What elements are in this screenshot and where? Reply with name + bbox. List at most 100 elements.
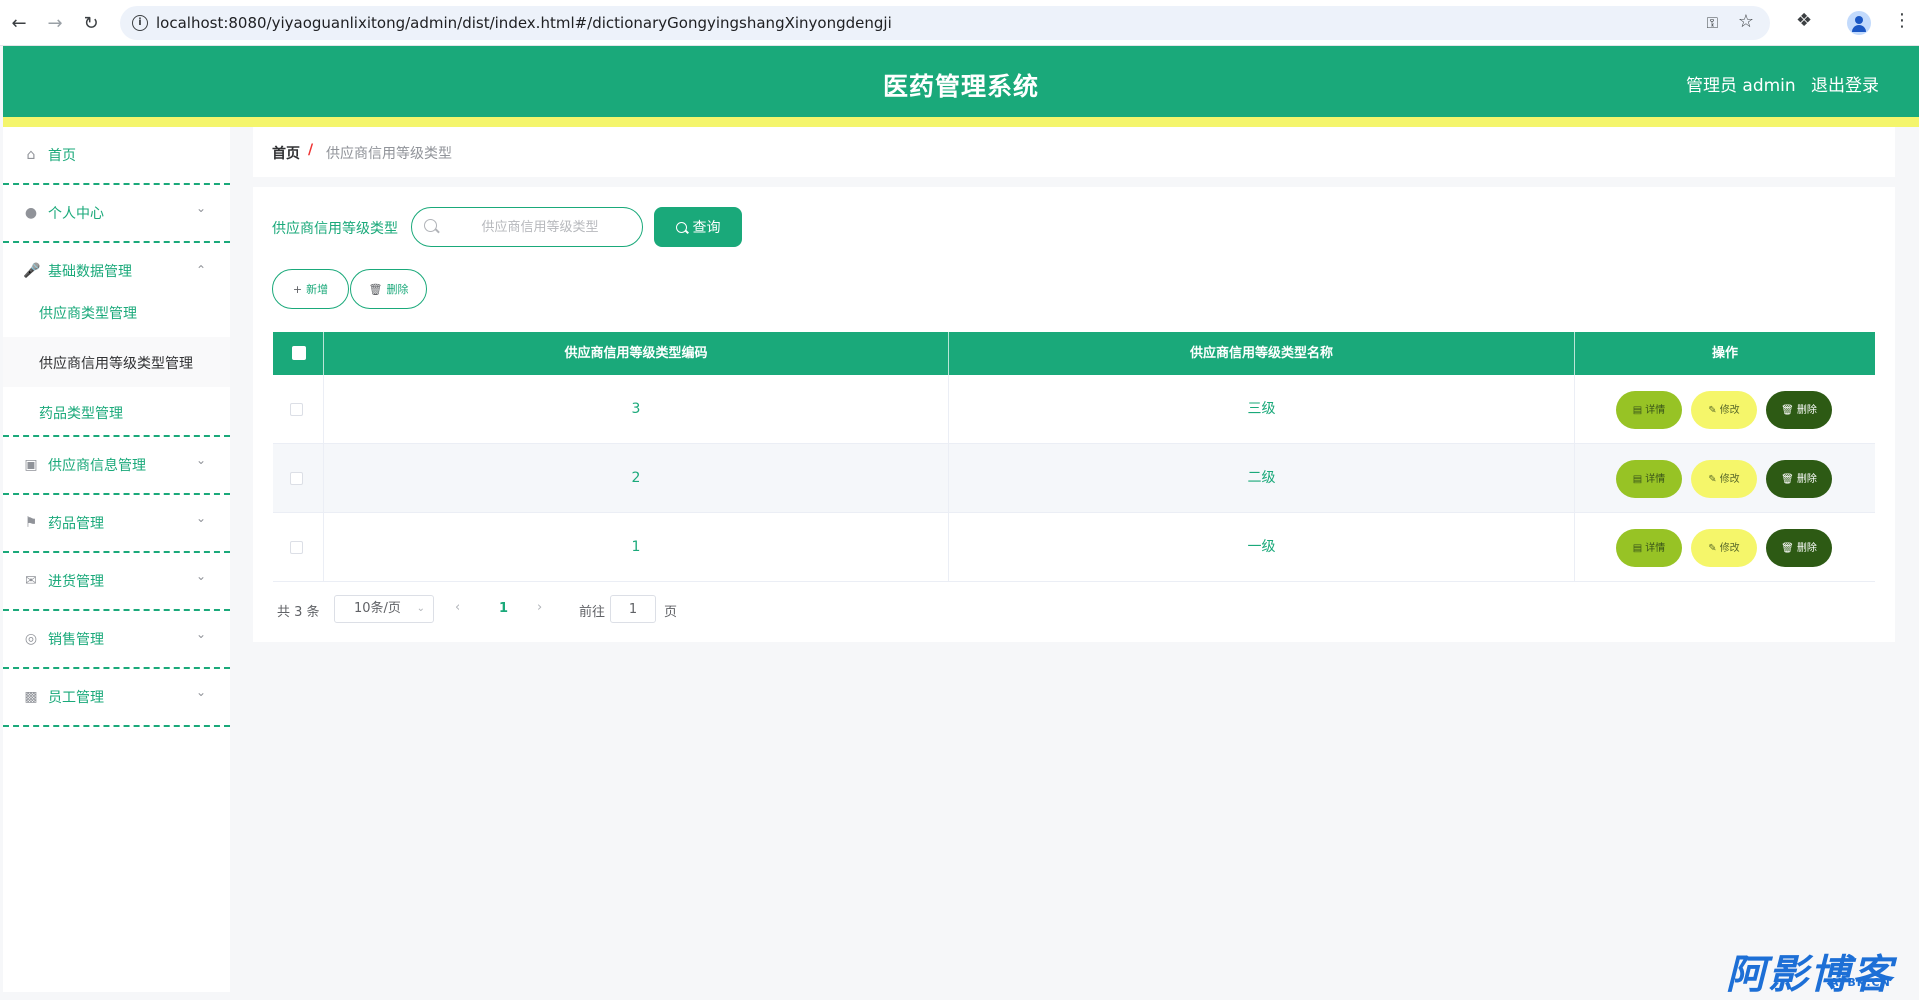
- sidebar-item-purchase[interactable]: ✉ 进货管理 ⌄: [3, 553, 230, 611]
- password-key-icon[interactable]: ⚿: [1707, 14, 1718, 32]
- select-all-checkbox[interactable]: [292, 346, 306, 360]
- sidebar-item-drug[interactable]: ⚑ 药品管理 ⌄: [3, 495, 230, 553]
- breadcrumb: 首页 / 供应商信用等级类型: [253, 127, 1895, 177]
- delete-button[interactable]: 🗑 删除: [1766, 529, 1832, 567]
- mail-icon: ✉: [25, 573, 37, 589]
- user-icon: ●: [24, 205, 38, 221]
- page-size-value: 10条/页: [354, 601, 401, 616]
- browser-menu-icon[interactable]: ⋮: [1893, 10, 1911, 31]
- document-icon: ▤: [1632, 473, 1643, 485]
- breadcrumb-home[interactable]: 首页: [272, 143, 300, 163]
- chevron-down-icon: ⌄: [196, 201, 207, 215]
- detail-button[interactable]: ▤ 详情: [1616, 529, 1682, 567]
- delete-button-label: 删除: [386, 283, 409, 296]
- main-panel: 供应商信用等级类型 查询 + 新增 🗑 删除 供应商信用等级类型编码 供应商信用…: [253, 187, 1895, 642]
- reload-icon[interactable]: ↻: [80, 12, 102, 34]
- url-text[interactable]: localhost:8080/yiyaoguanlixitong/admin/d…: [156, 14, 892, 32]
- cell-name: 三级: [949, 375, 1575, 444]
- watermark-logo: 阿影博客: [1726, 952, 1894, 998]
- batch-delete-button[interactable]: 🗑 删除: [350, 269, 427, 309]
- profile-avatar-icon[interactable]: [1847, 11, 1871, 35]
- detail-button[interactable]: ▤ 详情: [1616, 460, 1682, 498]
- edit-button[interactable]: ✎ 修改: [1691, 391, 1757, 429]
- trash-icon: 🗑: [1781, 404, 1794, 416]
- total-count: 共 3 条: [277, 605, 320, 620]
- chevron-down-icon: ⌄: [196, 627, 207, 641]
- app-title: 医药管理系统: [882, 72, 1039, 101]
- sidebar-item-home[interactable]: ⌂ 首页: [3, 127, 230, 185]
- header-accent-strip: [3, 117, 1919, 127]
- document-icon: ▤: [1632, 542, 1643, 554]
- page-number[interactable]: 1: [499, 601, 508, 616]
- delete-button[interactable]: 🗑 删除: [1766, 391, 1832, 429]
- search-input[interactable]: [442, 208, 638, 246]
- trash-icon: 🗑: [1781, 542, 1794, 554]
- detail-label: 详情: [1645, 473, 1666, 485]
- extensions-icon[interactable]: ❖: [1796, 10, 1812, 31]
- sidebar-subitem-label: 供应商类型管理: [39, 306, 137, 322]
- query-button[interactable]: 查询: [654, 207, 742, 247]
- row-checkbox[interactable]: [290, 472, 303, 485]
- sidebar-item-label: 供应商信息管理: [48, 458, 146, 474]
- delete-label: 删除: [1796, 473, 1817, 485]
- delete-label: 删除: [1796, 404, 1817, 416]
- current-user: 管理员 admin: [1686, 76, 1796, 96]
- back-icon[interactable]: ←: [8, 12, 30, 34]
- microphone-icon: 🎤: [23, 263, 41, 279]
- sidebar-item-profile[interactable]: ● 个人中心 ⌄: [3, 185, 230, 243]
- search-label: 供应商信用等级类型: [272, 221, 398, 237]
- delete-button[interactable]: 🗑 删除: [1766, 460, 1832, 498]
- sidebar-subitem-credit-level[interactable]: 供应商信用等级类型管理: [3, 337, 230, 387]
- sidebar-item-staff[interactable]: ▩ 员工管理 ⌄: [3, 669, 230, 727]
- next-page-icon[interactable]: ›: [537, 600, 542, 615]
- sidebar-subitem-label: 药品类型管理: [39, 406, 123, 422]
- sidebar-item-label: 个人中心: [48, 206, 104, 222]
- site-info-icon[interactable]: i: [132, 15, 148, 31]
- delete-label: 删除: [1796, 542, 1817, 554]
- header-actions: 操作: [1711, 346, 1738, 361]
- page-size-select[interactable]: 10条/页 ⌄: [334, 595, 434, 623]
- edit-button[interactable]: ✎ 修改: [1691, 460, 1757, 498]
- sidebar-item-label: 进货管理: [48, 574, 104, 590]
- logout-link[interactable]: 退出登录: [1811, 71, 1879, 96]
- edit-label: 修改: [1719, 473, 1740, 485]
- forward-icon[interactable]: →: [44, 12, 66, 34]
- table-row: 1 一级 ▤ 详情 ✎ 修改 🗑 删除: [273, 513, 1875, 582]
- edit-button[interactable]: ✎ 修改: [1691, 529, 1757, 567]
- detail-label: 详情: [1645, 542, 1666, 554]
- chevron-up-icon: ⌃: [196, 263, 207, 277]
- cell-code: 3: [324, 375, 949, 444]
- search-field[interactable]: [411, 207, 643, 247]
- sidebar-subitem-supplier-type[interactable]: 供应商类型管理: [3, 287, 230, 337]
- query-button-label: 查询: [692, 220, 721, 236]
- breadcrumb-current: 供应商信用等级类型: [326, 146, 452, 162]
- bookmark-star-icon[interactable]: ☆: [1738, 11, 1754, 32]
- search-icon: [675, 221, 687, 233]
- trash-icon: 🗑: [1781, 473, 1794, 485]
- sidebar: ⌂ 首页 ● 个人中心 ⌄ 🎤 基础数据管理 ⌃ 供应商类型管理 供应商信用等级…: [3, 127, 230, 992]
- cell-name: 二级: [949, 444, 1575, 513]
- chevron-down-icon: ⌄: [196, 511, 207, 525]
- sidebar-item-label: 首页: [48, 148, 76, 164]
- row-checkbox[interactable]: [290, 541, 303, 554]
- cell-code: 2: [324, 444, 949, 513]
- breadcrumb-separator: /: [308, 142, 314, 158]
- table-row: 2 二级 ▤ 详情 ✎ 修改 🗑 删除: [273, 444, 1875, 513]
- table-row: 3 三级 ▤ 详情 ✎ 修改 🗑 删除: [273, 375, 1875, 444]
- sidebar-subitem-drug-type[interactable]: 药品类型管理: [3, 387, 230, 437]
- address-bar[interactable]: i localhost:8080/yiyaoguanlixitong/admin…: [120, 6, 1770, 40]
- goto-page-input[interactable]: [610, 595, 656, 623]
- document-icon: ▤: [1632, 404, 1643, 416]
- sidebar-item-label: 药品管理: [48, 516, 104, 532]
- header-name: 供应商信用等级类型名称: [949, 332, 1575, 375]
- chevron-down-icon: ⌄: [416, 603, 425, 614]
- sidebar-item-sales[interactable]: ◎ 销售管理 ⌄: [3, 611, 230, 669]
- sidebar-item-supplier-info[interactable]: ▣ 供应商信息管理 ⌄: [3, 437, 230, 495]
- row-checkbox[interactable]: [290, 403, 303, 416]
- edit-label: 修改: [1719, 542, 1740, 554]
- cell-actions: ▤ 详情 ✎ 修改 🗑 删除: [1575, 375, 1875, 444]
- prev-page-icon[interactable]: ‹: [455, 600, 460, 615]
- detail-button[interactable]: ▤ 详情: [1616, 391, 1682, 429]
- browser-toolbar: ← → ↻ i localhost:8080/yiyaoguanlixitong…: [0, 0, 1919, 46]
- add-button[interactable]: + 新增: [272, 269, 349, 309]
